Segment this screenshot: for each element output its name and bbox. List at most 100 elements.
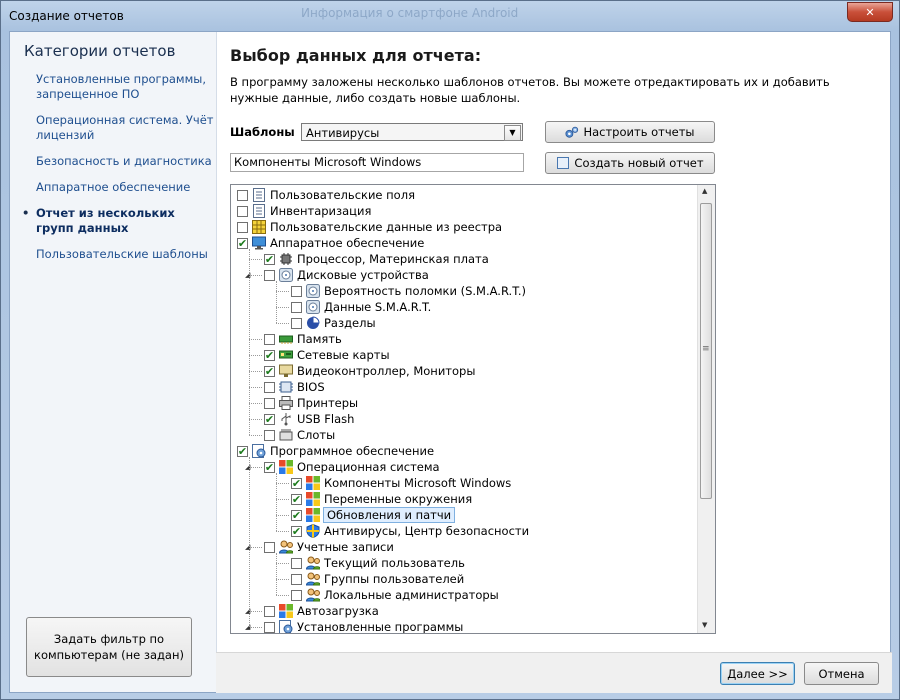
- sidebar-item[interactable]: Безопасность и диагностика: [24, 154, 214, 169]
- tree-checkbox[interactable]: [264, 381, 275, 393]
- sidebar-item[interactable]: Установленные программы, запрещенное ПО: [24, 72, 214, 102]
- tree-checkbox[interactable]: [291, 317, 302, 329]
- tree-row[interactable]: ✔ Процессор, Материнская плата: [264, 251, 489, 267]
- tree-checkbox[interactable]: [264, 621, 275, 633]
- tree-checkbox[interactable]: [291, 589, 302, 601]
- tree-row[interactable]: ✔ Обновления и патчи: [291, 507, 456, 523]
- windows-logo-icon: [306, 476, 320, 490]
- tree-connector: [249, 249, 250, 435]
- tree-row[interactable]: Память: [264, 331, 342, 347]
- tree-checkbox[interactable]: [264, 429, 275, 441]
- tree-row[interactable]: Вероятность поломки (S.M.A.R.T.): [291, 283, 526, 299]
- tree-row[interactable]: ✔ Компоненты Microsoft Windows: [291, 475, 511, 491]
- tree-checkbox[interactable]: ✔: [264, 461, 275, 473]
- tree-row[interactable]: Учетные записи: [264, 539, 394, 555]
- tree-row[interactable]: ✔ Переменные окружения: [291, 491, 472, 507]
- tree-item-label: Аппаратное обеспечение: [270, 236, 425, 250]
- tree-row[interactable]: ✔ Антивирусы, Центр безопасности: [291, 523, 529, 539]
- tree-checkbox[interactable]: ✔: [291, 525, 302, 537]
- template-name-input[interactable]: Компоненты Microsoft Windows: [230, 153, 524, 172]
- data-tree[interactable]: ▲ ≡ ▼ Пользовательские поля Инвентаризаци…: [230, 184, 716, 634]
- display-icon: [279, 364, 293, 378]
- tree-connector: [276, 531, 289, 532]
- report-wizard-window: Создание отчетов Информация о смартфоне …: [0, 0, 900, 700]
- tree-checkbox[interactable]: [237, 221, 248, 233]
- tree-item-label: Текущий пользователь: [324, 556, 465, 570]
- users-icon: [306, 556, 320, 570]
- tree-item-label: Программное обеспечение: [270, 444, 435, 458]
- tree-row[interactable]: Инвентаризация: [237, 203, 371, 219]
- scrollbar-thumb[interactable]: ≡: [700, 203, 712, 499]
- printer-icon: [279, 396, 293, 410]
- tree-row[interactable]: Установленные программы: [264, 619, 463, 633]
- new-document-icon: [556, 156, 570, 170]
- tree-item-label: Инвентаризация: [270, 204, 372, 218]
- sidebar-item-label: Пользовательские шаблоны: [36, 247, 208, 261]
- tree-checkbox[interactable]: ✔: [237, 445, 248, 457]
- tree-checkbox[interactable]: [264, 605, 275, 617]
- bios-chip-icon: [279, 380, 293, 394]
- tree-row[interactable]: Группы пользователей: [291, 571, 464, 587]
- tree-checkbox[interactable]: [291, 573, 302, 585]
- tree-checkbox[interactable]: ✔: [291, 477, 302, 489]
- monitor-icon: [252, 236, 266, 250]
- tree-row[interactable]: ✔ Аппаратное обеспечение: [237, 235, 424, 251]
- close-button[interactable]: ✕: [847, 2, 893, 22]
- tree-checkbox[interactable]: ✔: [291, 509, 302, 521]
- tree-checkbox[interactable]: [264, 541, 275, 553]
- configure-reports-button[interactable]: Настроить отчеты: [545, 121, 715, 143]
- tree-checkbox[interactable]: [264, 333, 275, 345]
- set-filter-button[interactable]: Задать фильтр по компьютерам (не задан): [26, 617, 192, 677]
- tree-row[interactable]: Пользовательские данные из реестра: [237, 219, 502, 235]
- sidebar-item[interactable]: • Отчет из нескольких групп данных: [22, 206, 214, 236]
- sidebar-item[interactable]: Пользовательские шаблоны: [24, 247, 214, 262]
- cancel-button[interactable]: Отмена: [804, 662, 879, 685]
- tree-row[interactable]: Данные S.M.A.R.T.: [291, 299, 431, 315]
- tree-row[interactable]: ✔ USB Flash: [264, 411, 354, 427]
- slot-icon: [279, 428, 293, 442]
- tree-row[interactable]: ✔ Операционная система: [264, 459, 440, 475]
- tree-row[interactable]: Текущий пользователь: [291, 555, 465, 571]
- tree-row[interactable]: ✔ Сетевые карты: [264, 347, 390, 363]
- dialog-body: Категории отчетов Установленные программ…: [9, 31, 892, 693]
- tree-checkbox[interactable]: ✔: [237, 237, 248, 249]
- tree-checkbox[interactable]: ✔: [291, 493, 302, 505]
- next-button[interactable]: Далее >>: [720, 662, 795, 685]
- tree-checkbox[interactable]: [291, 301, 302, 313]
- tree-row[interactable]: Пользовательские поля: [237, 187, 415, 203]
- tree-row[interactable]: Разделы: [291, 315, 376, 331]
- tree-item-label: Процессор, Материнская плата: [297, 252, 489, 266]
- windows-logo-icon: [306, 508, 320, 522]
- tree-checkbox[interactable]: [237, 189, 248, 201]
- tree-checkbox[interactable]: [237, 205, 248, 217]
- tree-row[interactable]: Дисковые устройства: [264, 267, 429, 283]
- background-window-title: Информация о смартфоне Android: [301, 6, 519, 20]
- tree-checkbox[interactable]: [264, 269, 275, 281]
- tree-checkbox[interactable]: ✔: [264, 413, 275, 425]
- sidebar-item-label: Аппаратное обеспечение: [36, 180, 191, 194]
- create-new-report-button[interactable]: Создать новый отчет: [545, 152, 715, 174]
- create-new-report-label: Создать новый отчет: [574, 156, 704, 170]
- scroll-down-icon[interactable]: ▼: [702, 621, 707, 629]
- tree-row[interactable]: BIOS: [264, 379, 325, 395]
- tree-checkbox[interactable]: [264, 397, 275, 409]
- tree-scrollbar[interactable]: ▲ ≡ ▼: [697, 185, 715, 633]
- page-title: Выбор данных для отчета:: [230, 46, 482, 65]
- tree-connector: [276, 499, 289, 500]
- scroll-up-icon[interactable]: ▲: [702, 187, 707, 195]
- tree-row[interactable]: Автозагрузка: [264, 603, 379, 619]
- tree-checkbox[interactable]: ✔: [264, 253, 275, 265]
- tree-row[interactable]: Слоты: [264, 427, 335, 443]
- tree-row[interactable]: Локальные администраторы: [291, 587, 499, 603]
- tree-checkbox[interactable]: ✔: [264, 349, 275, 361]
- tree-checkbox[interactable]: ✔: [264, 365, 275, 377]
- tree-row[interactable]: ✔ Программное обеспечение: [237, 443, 434, 459]
- tree-checkbox[interactable]: [291, 285, 302, 297]
- chevron-down-icon[interactable]: ▼: [504, 125, 521, 141]
- sidebar-item[interactable]: Аппаратное обеспечение: [24, 180, 214, 195]
- templates-dropdown[interactable]: Антивирусы ▼: [301, 123, 523, 141]
- tree-row[interactable]: Принтеры: [264, 395, 358, 411]
- tree-checkbox[interactable]: [291, 557, 302, 569]
- sidebar-item[interactable]: Операционная система. Учёт лицензий: [24, 113, 214, 143]
- tree-row[interactable]: ✔ Видеоконтроллер, Мониторы: [264, 363, 475, 379]
